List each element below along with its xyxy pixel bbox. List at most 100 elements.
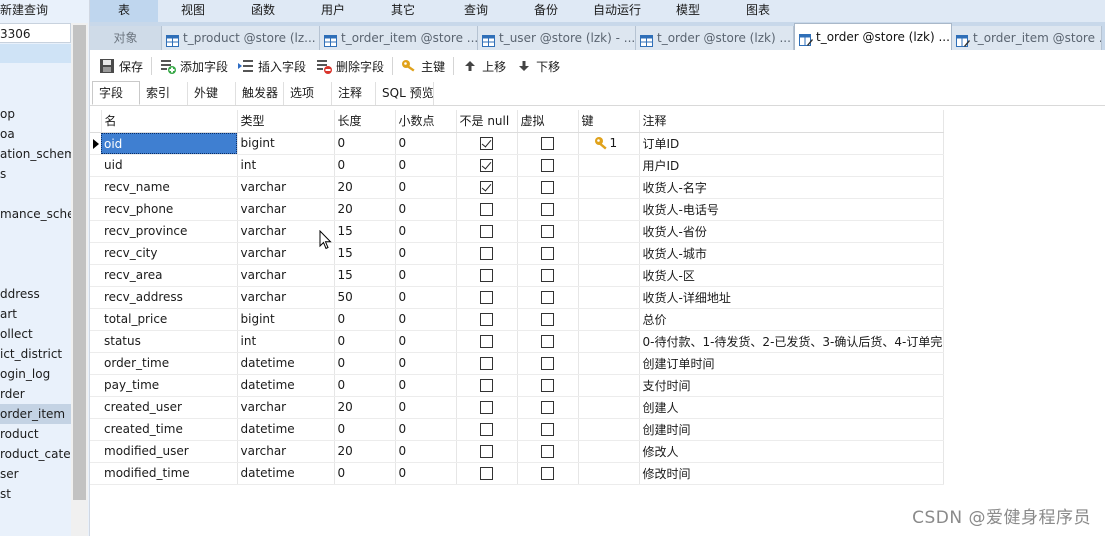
column-header-type[interactable]: 类型 <box>237 110 335 133</box>
subtab[interactable]: 注释 <box>332 82 376 105</box>
field-length-cell[interactable]: 0 <box>334 352 396 375</box>
menu-item[interactable]: 表 <box>90 0 158 22</box>
subtab[interactable]: SQL 预览 <box>376 82 434 105</box>
virtual-cell[interactable] <box>517 330 579 353</box>
row-indicator[interactable] <box>90 242 101 265</box>
not-null-checkbox[interactable] <box>480 401 493 414</box>
not-null-cell[interactable] <box>456 132 518 155</box>
field-decimals-cell[interactable]: 0 <box>395 198 457 221</box>
field-comment-cell[interactable]: 修改人 <box>639 440 944 463</box>
field-comment-cell[interactable]: 创建订单时间 <box>639 352 944 375</box>
tree-item[interactable]: st <box>0 484 71 504</box>
not-null-cell[interactable] <box>456 308 518 331</box>
field-row[interactable]: recv_province varchar 15 0 收货人-省份 <box>90 220 944 243</box>
field-comment-cell[interactable]: 收货人-省份 <box>639 220 944 243</box>
field-length-cell[interactable]: 15 <box>334 242 396 265</box>
tab-active[interactable]: t_order @store (lzk) ... <box>794 23 952 50</box>
not-null-checkbox[interactable] <box>480 445 493 458</box>
not-null-cell[interactable] <box>456 242 518 265</box>
menu-item[interactable]: 模型 <box>656 0 720 22</box>
key-cell[interactable] <box>578 286 640 309</box>
tree-item[interactable]: oa <box>0 124 71 144</box>
virtual-checkbox[interactable] <box>541 137 554 150</box>
field-decimals-cell[interactable]: 0 <box>395 154 457 177</box>
tree-item[interactable]: ation_schema <box>0 144 71 164</box>
column-header-length[interactable]: 长度 <box>334 110 396 133</box>
field-comment-cell[interactable]: 收货人-区 <box>639 264 944 287</box>
not-null-cell[interactable] <box>456 330 518 353</box>
field-length-cell[interactable]: 0 <box>334 132 396 155</box>
tree-item[interactable] <box>0 224 71 244</box>
tab[interactable]: t_order @store (lzk) ... <box>636 26 794 50</box>
not-null-checkbox[interactable] <box>480 423 493 436</box>
delete-field-button[interactable]: 删除字段 <box>311 54 389 78</box>
field-name-cell[interactable]: total_price <box>101 308 238 331</box>
field-decimals-cell[interactable]: 0 <box>395 286 457 309</box>
key-cell[interactable] <box>578 220 640 243</box>
tab[interactable]: 对象 <box>90 26 162 50</box>
virtual-checkbox[interactable] <box>541 203 554 216</box>
virtual-cell[interactable] <box>517 352 579 375</box>
tab[interactable]: t_order_item @store ... <box>320 26 478 50</box>
connection-item[interactable]: 3306 <box>0 23 71 43</box>
virtual-cell[interactable] <box>517 374 579 397</box>
row-indicator[interactable] <box>90 374 101 397</box>
not-null-cell[interactable] <box>456 264 518 287</box>
virtual-checkbox[interactable] <box>541 291 554 304</box>
virtual-cell[interactable] <box>517 286 579 309</box>
menu-item[interactable]: 备份 <box>514 0 578 22</box>
not-null-cell[interactable] <box>456 220 518 243</box>
field-decimals-cell[interactable]: 0 <box>395 440 457 463</box>
virtual-cell[interactable] <box>517 198 579 221</box>
field-length-cell[interactable]: 0 <box>334 418 396 441</box>
key-cell[interactable] <box>578 352 640 375</box>
key-cell[interactable] <box>578 418 640 441</box>
navigator-scrollbar[interactable] <box>71 23 88 536</box>
not-null-cell[interactable] <box>456 440 518 463</box>
virtual-checkbox[interactable] <box>541 269 554 282</box>
field-row[interactable]: oid bigint 0 0 1 订单ID <box>90 132 944 155</box>
not-null-cell[interactable] <box>456 154 518 177</box>
key-cell[interactable] <box>578 308 640 331</box>
tree-item[interactable]: s <box>0 164 71 184</box>
field-row[interactable]: total_price bigint 0 0 总价 <box>90 308 944 331</box>
subtab[interactable]: 触发器 <box>236 82 284 105</box>
menu-item[interactable]: 用户 <box>298 0 368 22</box>
virtual-checkbox[interactable] <box>541 379 554 392</box>
field-type-cell[interactable]: bigint <box>237 132 335 155</box>
tree-item[interactable]: ict_district <box>0 344 71 364</box>
field-length-cell[interactable]: 0 <box>334 374 396 397</box>
field-decimals-cell[interactable]: 0 <box>395 396 457 419</box>
row-indicator[interactable] <box>90 286 101 309</box>
virtual-cell[interactable] <box>517 154 579 177</box>
field-name-cell[interactable]: modified_time <box>101 462 238 485</box>
not-null-cell[interactable] <box>456 374 518 397</box>
field-name-cell[interactable]: recv_name <box>101 176 238 199</box>
virtual-cell[interactable] <box>517 242 579 265</box>
not-null-cell[interactable] <box>456 352 518 375</box>
field-decimals-cell[interactable]: 0 <box>395 462 457 485</box>
row-indicator[interactable] <box>90 418 101 441</box>
virtual-cell[interactable] <box>517 264 579 287</box>
key-cell[interactable] <box>578 374 640 397</box>
subtab[interactable]: 字段 <box>92 81 140 105</box>
field-length-cell[interactable]: 0 <box>334 308 396 331</box>
field-length-cell[interactable]: 15 <box>334 264 396 287</box>
virtual-cell[interactable] <box>517 462 579 485</box>
field-row[interactable]: modified_user varchar 20 0 修改人 <box>90 440 944 463</box>
key-cell[interactable] <box>578 330 640 353</box>
key-cell[interactable] <box>578 154 640 177</box>
menu-item[interactable]: 查询 <box>438 0 514 22</box>
row-indicator[interactable] <box>90 330 101 353</box>
field-type-cell[interactable]: datetime <box>237 462 335 485</box>
row-indicator[interactable] <box>90 396 101 419</box>
navigator-scrollbar-thumb[interactable] <box>73 25 86 500</box>
field-type-cell[interactable]: varchar <box>237 396 335 419</box>
virtual-cell[interactable] <box>517 396 579 419</box>
not-null-checkbox[interactable] <box>480 247 493 260</box>
field-name-cell[interactable]: created_time <box>101 418 238 441</box>
tree-item[interactable]: roduct_cate <box>0 444 71 464</box>
tree-item[interactable]: ollect <box>0 324 71 344</box>
virtual-checkbox[interactable] <box>541 423 554 436</box>
field-comment-cell[interactable]: 创建人 <box>639 396 944 419</box>
